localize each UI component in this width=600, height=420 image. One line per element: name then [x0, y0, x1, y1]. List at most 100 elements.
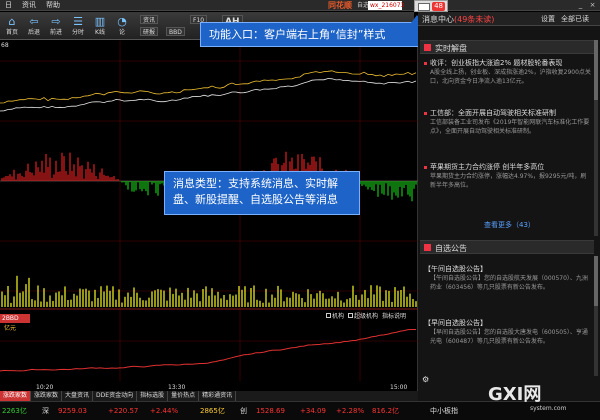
section-header-live[interactable]: 实时解盘 — [420, 40, 594, 54]
forum-button[interactable]: ◔ 论 — [112, 14, 132, 38]
price-line — [0, 78, 417, 112]
ticker-percent: +2.44% — [150, 407, 179, 415]
message-body: 【早间自选股公告】您的自选股大唐发电（600505）、亨通光电（600487）等… — [430, 329, 588, 345]
bottom-tab-bar: 涨跌家数 涨跌家数 大盘资讯 DDE资金动向 指标选股 量价热点 精彩通资讯 — [0, 391, 418, 401]
message-types-callout: 消息类型：支持系统消息、实时解盘、新股提醒、自选股公告等消息 — [164, 171, 360, 215]
bottom-tab[interactable]: 大盘资讯 — [62, 391, 94, 401]
scrollbar-thumb[interactable] — [594, 40, 598, 100]
entry-callout: 功能入口：客户端右上角“信封”样式 — [200, 15, 436, 47]
bottom-tab[interactable]: 精彩通资讯 — [199, 391, 237, 401]
message-item[interactable]: 【早间自选股公告】 【早间自选股公告】您的自选股大唐发电（600505）、亨通光… — [424, 318, 592, 346]
message-item[interactable]: 收评：创业板指大涨逾2% 题材股轮番表现 A股全线上扬，创业板、深成指涨逾2%，… — [424, 58, 592, 86]
timeshare-label: 分时 — [71, 29, 84, 36]
bottom-tab[interactable]: 量价热点 — [168, 391, 200, 401]
message-title: 收评：创业板指大涨逾2% 题材股轮番表现 — [424, 58, 592, 68]
home-icon: ⌂ — [8, 15, 16, 28]
ticker-index-name[interactable]: 中小板指 — [430, 407, 458, 416]
panel-header: 消息中心(49条未读) 设置 全部已读 — [418, 12, 600, 26]
report-button[interactable]: 研报 — [140, 27, 159, 36]
message-item[interactable]: 工信部：全面开展自动驾驶相关标准研制 工信部装备工业司发布《2019年智能网联汽… — [424, 108, 592, 136]
forum-icon: ◔ — [117, 15, 127, 28]
indicator-legend: 机构 超级机构 指标说明 — [326, 311, 406, 320]
kline-button[interactable]: ▥ K线 — [90, 14, 110, 38]
bbd-indicator-tab[interactable]: 2BBD — [0, 314, 30, 323]
back-label: 后退 — [27, 29, 40, 36]
legend-indicator-help[interactable]: 指标说明 — [382, 311, 406, 320]
time-label: 10:20 — [36, 384, 54, 391]
message-title: 工信部：全面开展自动驾驶相关标准研制 — [424, 108, 592, 118]
scrollbar[interactable] — [594, 40, 598, 236]
ticker-percent: +2.28% — [336, 407, 365, 415]
section-title: 自选公告 — [435, 244, 467, 253]
forward-arrow-icon: ⇨ — [51, 15, 61, 28]
message-title-text: 【早间自选股公告】 — [424, 319, 487, 327]
section-title: 实时解盘 — [435, 44, 467, 53]
bullet-icon — [424, 111, 427, 115]
message-title-text: 【午间自选股公告】 — [424, 265, 487, 273]
ticker-change: +220.57 — [108, 407, 139, 415]
app-brand: 同花顺 — [328, 1, 352, 10]
close-icon[interactable]: × — [588, 1, 597, 10]
message-title: 【午间自选股公告】 — [424, 264, 592, 274]
minimize-icon[interactable]: _ — [576, 1, 585, 10]
message-body: 工信部装备工业司发布《2019年智能网联汽车标准化工作要点》，全面开展自动驾驶相… — [430, 119, 590, 135]
view-more-link[interactable]: 查看更多（43） — [484, 220, 535, 230]
bottom-tab[interactable]: 涨跌家数 — [0, 391, 32, 401]
ticker-label: 创 — [240, 407, 247, 415]
panel-title: 消息中心(49条未读) — [422, 14, 494, 25]
bottom-tab[interactable]: DDE资金动向 — [93, 391, 138, 401]
section-icon — [424, 44, 431, 51]
message-body: 【午间自选股公告】您的自选股航天发展（000570）、九洲药业（603456）等… — [430, 275, 588, 291]
forum-label: 论 — [118, 29, 125, 36]
ticker-value: 9259.03 — [58, 407, 87, 415]
back-arrow-icon: ⇦ — [29, 15, 39, 28]
timeshare-button[interactable]: ☰ 分时 — [68, 14, 88, 38]
timeshare-icon: ☰ — [73, 15, 83, 28]
scrollbar-thumb[interactable] — [594, 256, 598, 306]
message-body: 苹果期货主力合约涨停，涨幅达4.97%，报9295元/吨，刷新半年多高位。 — [430, 173, 587, 189]
ticker-value: 1528.69 — [256, 407, 285, 415]
message-item[interactable]: 苹果期货主力合约涨停 创半年多高位 苹果期货主力合约涨停，涨幅达4.97%，报9… — [424, 162, 592, 190]
message-title: 【早间自选股公告】 — [424, 318, 592, 328]
bottom-tab[interactable]: 指标选股 — [137, 391, 169, 401]
section-icon — [424, 244, 431, 251]
stock-code-input[interactable]: wx_216073 — [368, 1, 404, 10]
menu-item-news[interactable]: 资讯 — [17, 0, 41, 11]
legend-institution[interactable]: 机构 — [326, 311, 344, 320]
news-button[interactable]: 资讯 — [140, 15, 159, 24]
message-title-text: 工信部：全面开展自动驾驶相关标准研制 — [430, 109, 556, 117]
legend-super-institution[interactable]: 超级机构 — [348, 311, 378, 320]
section-header-announcements[interactable]: 自选公告 — [420, 240, 594, 254]
chart-area[interactable]: 68 2BBD 亿元 机构 超级机构 指标说明 10:20 13:30 15:0… — [0, 41, 418, 407]
scrollbar[interactable] — [594, 256, 598, 376]
ticker-turnover: 2865亿 — [200, 407, 225, 415]
gear-icon[interactable]: ⚙ — [422, 376, 430, 384]
kline-icon: ▥ — [94, 15, 106, 28]
settings-button[interactable]: 设置 — [538, 14, 558, 24]
flow-unit-label: 亿元 — [4, 325, 17, 332]
bottom-tab[interactable]: 涨跌家数 — [31, 391, 63, 401]
mark-all-read-button[interactable]: 全部已读 — [558, 14, 592, 24]
envelope-icon — [418, 3, 430, 11]
bullet-icon — [424, 165, 427, 169]
message-body: A股全线上扬，创业板、深成指涨逾2%，沪指收复2900点关口，北向资金今日净流入… — [430, 69, 591, 85]
panel-title-text: 消息中心 — [422, 15, 454, 24]
menu-item-help[interactable]: 帮助 — [41, 0, 65, 11]
back-button[interactable]: ⇦ 后退 — [24, 14, 44, 38]
ticker-turnover: 816.2亿 — [372, 407, 400, 415]
message-center-button[interactable]: 48 — [414, 0, 448, 12]
unread-count-badge: 48 — [432, 2, 445, 11]
market-chart — [0, 41, 418, 381]
legend-label: 机构 — [332, 313, 345, 320]
message-title-text: 收评：创业板指大涨逾2% 题材股轮番表现 — [430, 59, 563, 67]
home-button[interactable]: ⌂ 首页 — [2, 14, 22, 38]
watermark-domain: system.com — [530, 405, 567, 412]
menu-item-day[interactable]: 日 — [0, 0, 17, 11]
watermark-logo: GXI网 — [488, 384, 542, 405]
kline-label: K线 — [95, 29, 105, 36]
flow-line — [0, 329, 416, 372]
forward-button[interactable]: ⇨ 前进 — [46, 14, 66, 38]
checkbox-icon — [326, 313, 331, 318]
message-item[interactable]: 【午间自选股公告】 【午间自选股公告】您的自选股航天发展（000570）、九洲药… — [424, 264, 592, 292]
bbd-button[interactable]: BBD — [166, 27, 185, 36]
